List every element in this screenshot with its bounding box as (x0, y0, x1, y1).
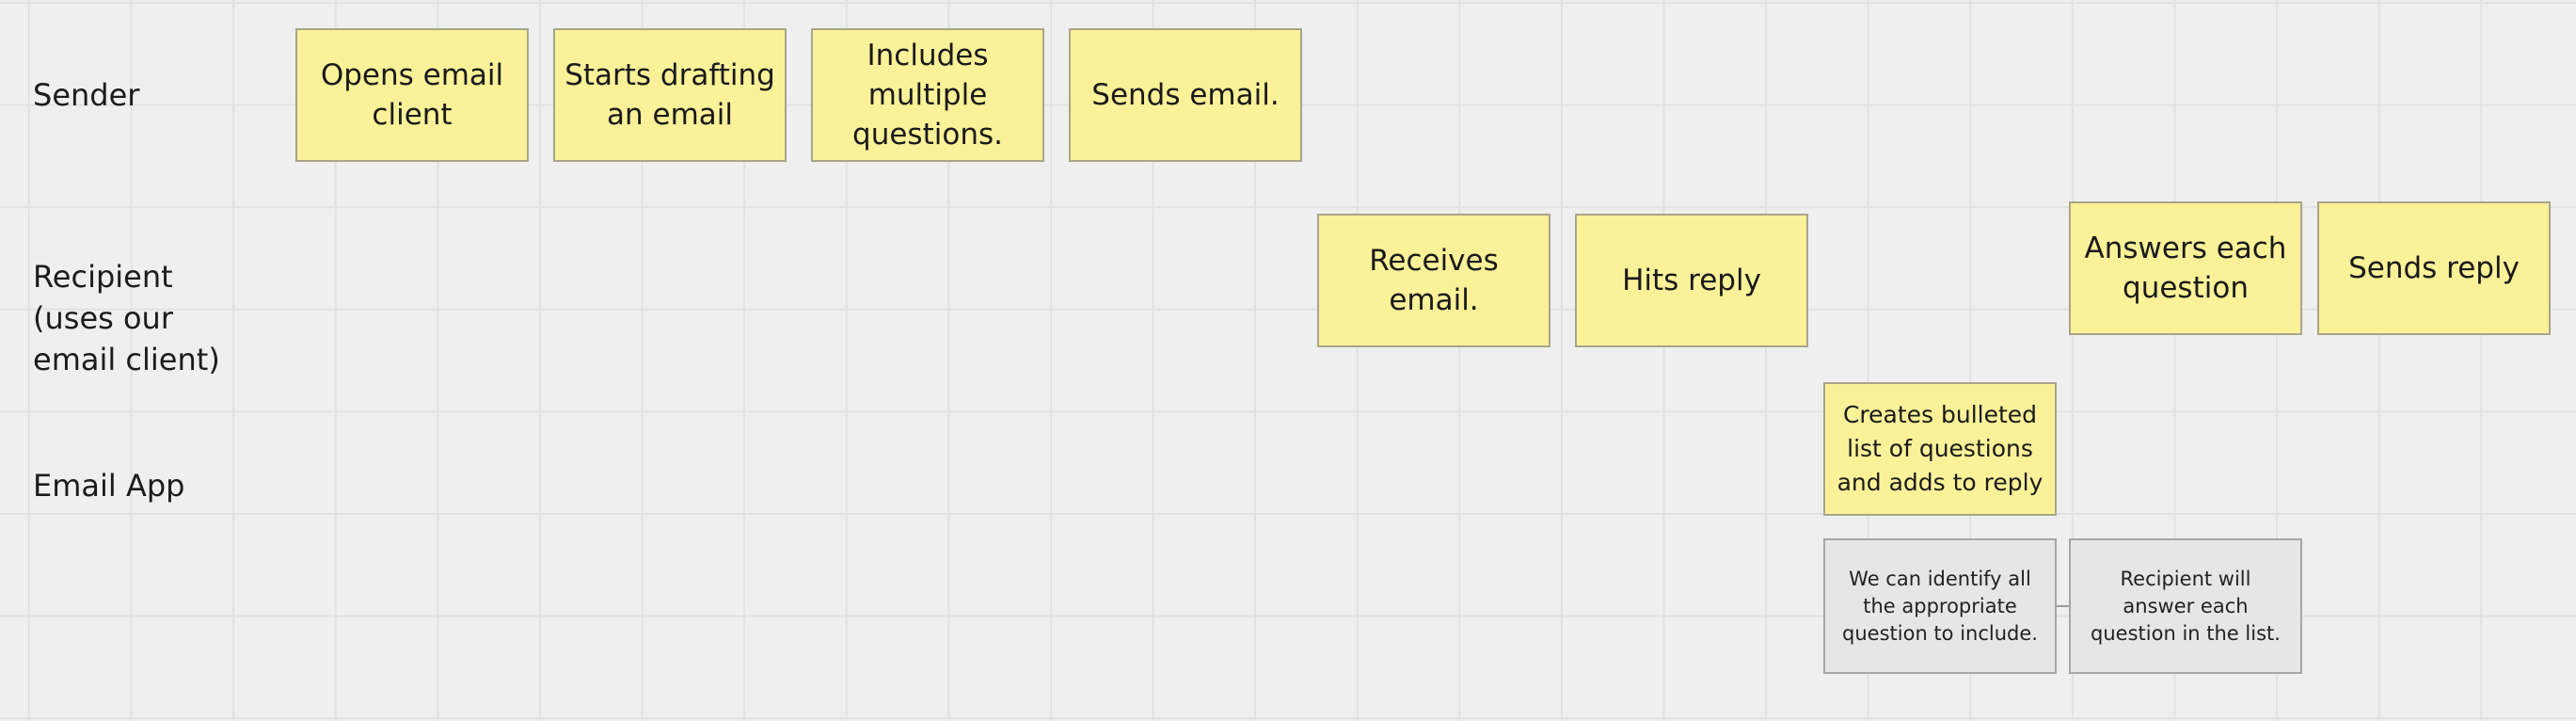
sticky-starts-drafting-email[interactable]: Starts drafting an email (553, 28, 787, 162)
sticky-sends-email[interactable]: Sends email. (1069, 28, 1302, 162)
lane-label-sender: Sender (33, 77, 140, 113)
sticky-answers-each-question[interactable]: Answers each question (2069, 201, 2302, 335)
sticky-creates-bulleted-list[interactable]: Creates bulleted list of questions and a… (1823, 382, 2057, 516)
sticky-sends-reply[interactable]: Sends reply (2317, 201, 2551, 335)
note-recipient-answers[interactable]: Recipient will answer each question in t… (2069, 538, 2302, 674)
sticky-opens-email-client[interactable]: Opens email client (295, 28, 529, 162)
sticky-includes-multiple-questions[interactable]: Includes multiple questions. (811, 28, 1044, 162)
note-identify-questions[interactable]: We can identify all the appropriate ques… (1823, 538, 2057, 674)
lane-label-recipient: Recipient (uses our email client) (33, 259, 220, 377)
lane-label-email-app: Email App (33, 468, 185, 504)
sticky-receives-email[interactable]: Receives email. (1317, 214, 1550, 347)
sticky-hits-reply[interactable]: Hits reply (1575, 214, 1808, 347)
note-connector-line (2057, 605, 2070, 607)
